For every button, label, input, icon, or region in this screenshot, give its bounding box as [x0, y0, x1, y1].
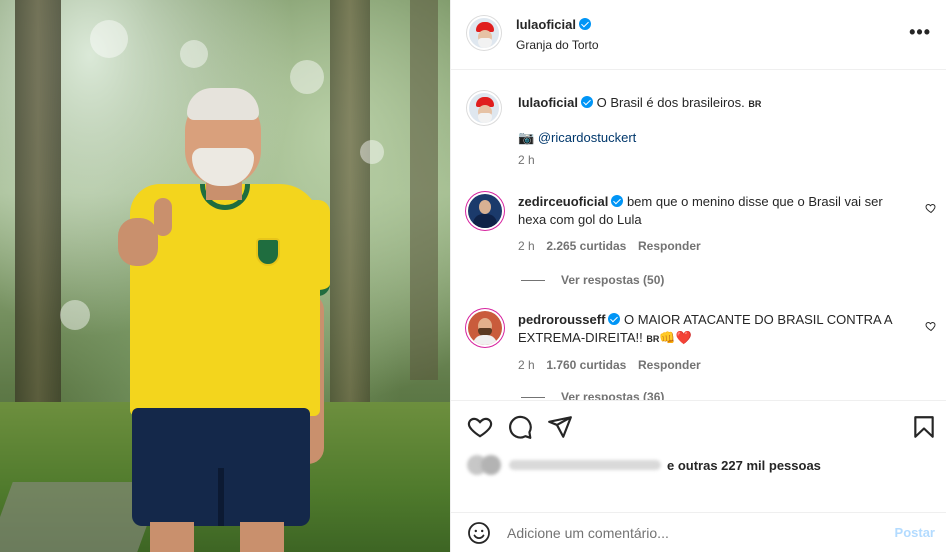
liked-by-suffix[interactable]: e outras 227 mil pessoas [667, 458, 821, 473]
fist-heart-emoji: 👊❤️ [659, 330, 692, 345]
post-location[interactable]: Granja do Torto [516, 38, 599, 52]
comment-time: 2 h [518, 239, 535, 253]
background-tree [410, 0, 438, 380]
left-fist [118, 218, 158, 266]
person-thumbs-up [110, 88, 340, 552]
avatar-body [473, 335, 497, 345]
camera-icon: 📷 [518, 130, 535, 145]
like-heart-icon[interactable] [467, 414, 493, 440]
comment: zedirceuoficial bem que o menino disse q… [518, 193, 913, 253]
comment-flag: BR [646, 334, 660, 344]
cbf-crest-icon [256, 238, 280, 266]
verified-badge-icon [611, 195, 624, 207]
avatar-beard [478, 38, 492, 48]
avatar-beard [478, 113, 492, 123]
comment-avatar[interactable] [468, 194, 502, 228]
left-leg [150, 522, 194, 552]
thumb-up [154, 198, 172, 236]
save-bookmark-icon[interactable] [911, 414, 937, 440]
author-avatar[interactable] [467, 16, 501, 50]
bokeh-light [90, 20, 128, 58]
comment-avatar[interactable] [468, 311, 502, 345]
comment-username[interactable]: zedirceuoficial [518, 194, 608, 209]
post-comment-button[interactable]: Postar [895, 525, 935, 540]
bokeh-light [360, 140, 384, 164]
blurred-liker-names [509, 460, 661, 470]
caption: lulaoficial O Brasil é dos brasileiros. … [518, 94, 918, 167]
bokeh-light [180, 40, 208, 68]
comment-username[interactable]: pedrorousseff [518, 312, 605, 327]
avatar-face [479, 200, 491, 214]
view-replies[interactable]: Ver respostas (36) [521, 389, 664, 400]
verified-badge-icon [608, 313, 621, 325]
replies-dash [521, 280, 545, 282]
emoji-smiley-icon[interactable] [467, 521, 491, 545]
comment-likes[interactable]: 2.265 curtidas [546, 239, 626, 253]
replies-dash [521, 397, 545, 399]
view-replies-label[interactable]: Ver respostas (36) [561, 390, 664, 400]
comment-like-heart-icon[interactable] [925, 202, 937, 214]
liker-avatar [481, 455, 501, 475]
hair [187, 88, 259, 120]
comment-like-heart-icon[interactable] [925, 320, 937, 332]
more-options-icon[interactable]: ••• [909, 22, 931, 43]
author-username[interactable]: lulaoficial [516, 17, 576, 32]
shorts-split [218, 468, 224, 526]
caption-time: 2 h [518, 153, 535, 167]
post-actions: e outras 227 mil pessoas [451, 400, 946, 512]
view-replies[interactable]: Ver respostas (50) [521, 272, 664, 287]
comment-likes[interactable]: 1.760 curtidas [546, 358, 626, 372]
post-panel: lulaoficial Granja do Torto ••• lulaofic… [450, 0, 946, 552]
post-header: lulaoficial Granja do Torto ••• [451, 0, 946, 70]
comment-bubble-icon[interactable] [507, 414, 533, 440]
caption-flag: BR [748, 99, 762, 109]
share-paper-plane-icon[interactable] [547, 414, 573, 440]
bokeh-light [60, 300, 90, 330]
avatar-suit [473, 214, 497, 228]
comment: pedrorousseff O MAIOR ATACANTE DO BRASIL… [518, 311, 913, 372]
right-leg [240, 522, 284, 552]
comments-scroll[interactable]: lulaoficial O Brasil é dos brasileiros. … [451, 71, 946, 400]
credit-link[interactable]: @ricardostuckert [538, 130, 636, 145]
liked-by[interactable]: e outras 227 mil pessoas [467, 455, 821, 475]
verified-badge-icon [578, 18, 591, 30]
comment-time: 2 h [518, 358, 535, 372]
caption-username[interactable]: lulaoficial [518, 95, 578, 110]
verified-badge-icon [580, 96, 593, 108]
comment-input[interactable] [507, 521, 877, 545]
view-replies-label[interactable]: Ver respostas (50) [561, 273, 664, 287]
comment-composer: Postar [451, 512, 946, 552]
post-photo[interactable] [0, 0, 450, 552]
reply-button[interactable]: Responder [638, 239, 701, 253]
caption-avatar[interactable] [467, 91, 501, 125]
reply-button[interactable]: Responder [638, 358, 701, 372]
caption-text: O Brasil é dos brasileiros. [596, 95, 745, 110]
